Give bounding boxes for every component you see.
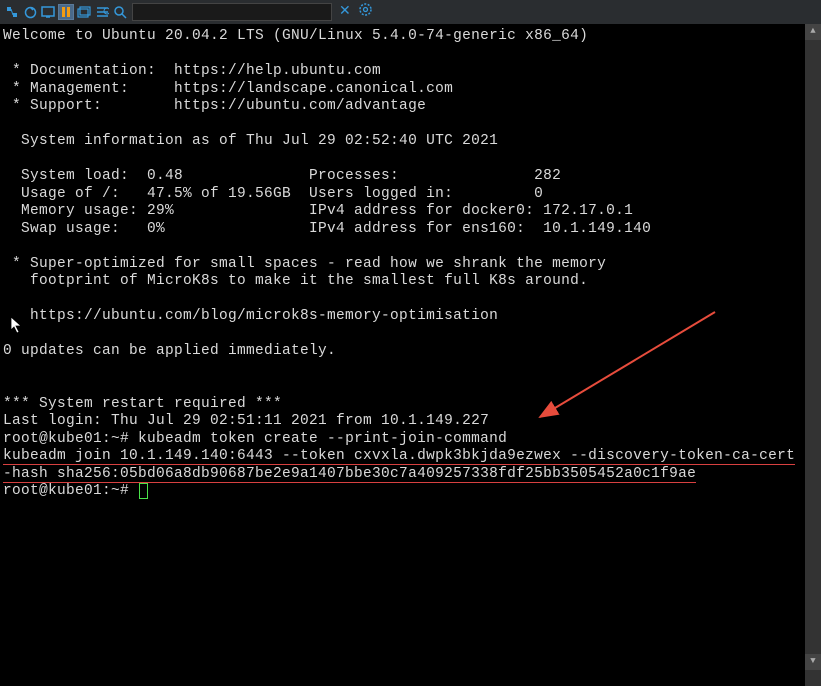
line: *** System restart required ***: [3, 396, 282, 412]
line: https://ubuntu.com/blog/microk8s-memory-…: [3, 308, 498, 324]
line: Welcome to Ubuntu 20.04.2 LTS (GNU/Linux…: [3, 28, 588, 44]
line: * Documentation: https://help.ubuntu.com: [3, 63, 381, 79]
scroll-down-button[interactable]: ▼: [805, 654, 821, 670]
pause-icon[interactable]: [58, 4, 74, 20]
line: Usage of /: 47.5% of 19.56GB Users logge…: [3, 186, 543, 202]
line: Swap usage: 0% IPv4 address for ens160: …: [3, 221, 651, 237]
layers-icon[interactable]: [76, 4, 92, 20]
search-icon[interactable]: [112, 4, 128, 20]
join-command-line1: kubeadm join 10.1.149.140:6443 --token c…: [3, 448, 795, 465]
line: System load: 0.48 Processes: 282: [3, 168, 561, 184]
connect-icon[interactable]: [4, 4, 20, 20]
terminal-cursor: [139, 483, 148, 499]
line: Last login: Thu Jul 29 02:51:11 2021 fro…: [3, 413, 489, 429]
terminal-output[interactable]: Welcome to Ubuntu 20.04.2 LTS (GNU/Linux…: [0, 24, 821, 505]
close-icon[interactable]: ✕: [336, 3, 354, 21]
line: System information as of Thu Jul 29 02:5…: [3, 133, 498, 149]
line: * Support: https://ubuntu.com/advantage: [3, 98, 426, 114]
prompt: root@kube01:~#: [3, 431, 138, 447]
scroll-up-button[interactable]: ▲: [805, 24, 821, 40]
command: kubeadm token create --print-join-comman…: [138, 431, 507, 447]
line: 0 updates can be applied immediately.: [3, 343, 336, 359]
list-icon[interactable]: [94, 4, 110, 20]
scrollbar-track[interactable]: [805, 40, 821, 686]
refresh-icon[interactable]: [22, 4, 38, 20]
scrollbar[interactable]: ▲ ▼: [805, 24, 821, 670]
line: Memory usage: 29% IPv4 address for docke…: [3, 203, 633, 219]
line: * Super-optimized for small spaces - rea…: [3, 256, 606, 272]
screen-icon[interactable]: [40, 4, 56, 20]
toolbar: ✕: [0, 0, 821, 24]
prompt: root@kube01:~#: [3, 483, 138, 499]
line: footprint of MicroK8s to make it the sma…: [3, 273, 588, 289]
line: * Management: https://landscape.canonica…: [3, 81, 453, 97]
gear-icon[interactable]: [356, 3, 375, 22]
search-input[interactable]: [132, 3, 332, 21]
join-command-line2: -hash sha256:05bd06a8db90687be2e9a1407bb…: [3, 466, 696, 483]
